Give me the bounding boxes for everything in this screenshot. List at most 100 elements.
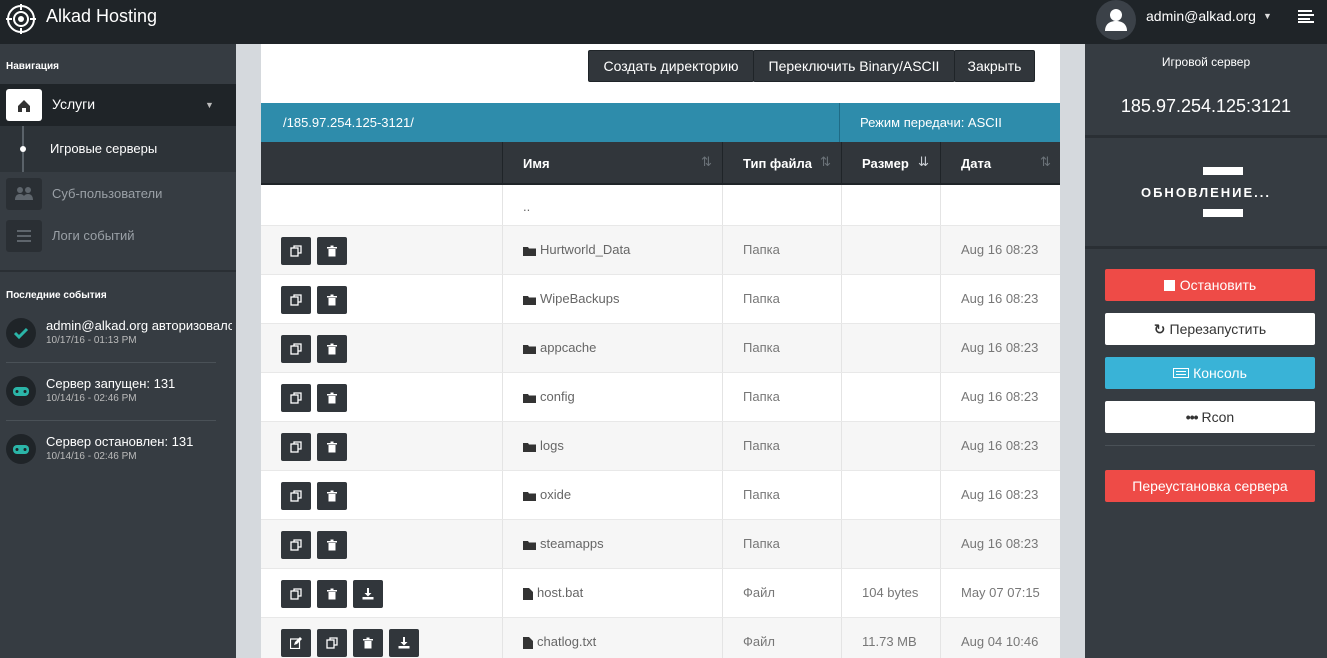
menu-icon[interactable] xyxy=(1298,9,1314,23)
table-row[interactable]: WipeBackups Папка Aug 16 08:23 xyxy=(261,275,1060,324)
create-directory-button[interactable]: Создать директорию xyxy=(588,50,754,82)
cell-actions xyxy=(261,373,502,421)
restart-button[interactable]: ↻ Перезапустить xyxy=(1105,313,1315,345)
download-button[interactable] xyxy=(353,580,383,608)
close-button[interactable]: Закрыть xyxy=(954,50,1035,82)
trash-button[interactable] xyxy=(317,384,347,412)
check-icon xyxy=(6,318,36,348)
table-row[interactable]: appcache Папка Aug 16 08:23 xyxy=(261,324,1060,373)
table-row[interactable]: oxide Папка Aug 16 08:23 xyxy=(261,471,1060,520)
sidebar-item-event-logs[interactable]: Логи событий xyxy=(0,216,236,256)
table-row-parent[interactable]: .. xyxy=(261,185,1060,226)
trash-button[interactable] xyxy=(317,237,347,265)
user-avatar[interactable] xyxy=(1096,0,1136,40)
sort-icon[interactable]: ⇅ xyxy=(820,154,831,170)
file-name[interactable]: host.bat xyxy=(523,585,583,600)
stop-icon xyxy=(1163,279,1175,291)
console-button[interactable]: Консоль xyxy=(1105,357,1315,389)
copy-button[interactable] xyxy=(281,335,311,363)
file-name-text: host.bat xyxy=(537,585,584,600)
status-bar-bottom xyxy=(1203,209,1243,217)
cell-size: 11.73 MB xyxy=(841,618,940,658)
edit-button[interactable] xyxy=(281,629,311,657)
cell-name[interactable]: host.bat xyxy=(502,569,722,617)
file-date: Aug 04 10:46 xyxy=(961,634,1039,649)
logo-icon[interactable] xyxy=(6,4,36,34)
copy-button[interactable] xyxy=(281,531,311,559)
table-row[interactable]: logs Папка Aug 16 08:23 xyxy=(261,422,1060,471)
sort-icon[interactable]: ⇅ xyxy=(701,154,712,170)
cell-name[interactable]: oxide xyxy=(502,471,722,519)
header-name[interactable]: Имя ⇅ xyxy=(502,142,722,183)
sidebar-item-game-servers[interactable]: Игровые серверы xyxy=(0,126,236,172)
cell-size xyxy=(841,373,940,421)
trash-icon xyxy=(327,490,337,502)
trash-button[interactable] xyxy=(353,629,383,657)
reinstall-button[interactable]: Переустановка сервера xyxy=(1105,470,1315,502)
user-menu[interactable]: admin@alkad.org xyxy=(1146,8,1256,24)
copy-button[interactable] xyxy=(281,433,311,461)
file-date: Aug 16 08:23 xyxy=(961,389,1039,404)
cell-name[interactable]: Hurtworld_Data xyxy=(502,226,722,274)
header-label: Имя xyxy=(523,156,550,171)
copy-button[interactable] xyxy=(281,286,311,314)
folder-icon xyxy=(523,540,536,550)
file-name[interactable]: chatlog.txt xyxy=(523,634,596,649)
trash-button[interactable] xyxy=(317,286,347,314)
cell-name[interactable]: chatlog.txt xyxy=(502,618,722,658)
cell-name[interactable]: steamapps xyxy=(502,520,722,568)
copy-button[interactable] xyxy=(317,629,347,657)
download-button[interactable] xyxy=(389,629,419,657)
trash-button[interactable] xyxy=(317,482,347,510)
file-name[interactable]: WipeBackups xyxy=(523,291,619,306)
sidebar-item-services[interactable]: Услуги ▼ xyxy=(0,84,236,126)
file-name[interactable]: oxide xyxy=(523,487,571,502)
copy-button[interactable] xyxy=(281,237,311,265)
cell-date: Aug 16 08:23 xyxy=(940,226,1060,274)
table-row[interactable]: chatlog.txt Файл 11.73 MB Aug 04 10:46 xyxy=(261,618,1060,658)
cell-name[interactable]: .. xyxy=(502,185,722,225)
download-icon xyxy=(398,637,410,649)
caret-down-icon[interactable]: ▼ xyxy=(1263,11,1272,21)
header-size[interactable]: Размер ⇊ xyxy=(841,142,940,183)
trash-button[interactable] xyxy=(317,580,347,608)
copy-button[interactable] xyxy=(281,384,311,412)
cell-name[interactable]: logs xyxy=(502,422,722,470)
sort-icon[interactable]: ⇅ xyxy=(1040,154,1051,170)
stop-button[interactable]: Остановить xyxy=(1105,269,1315,301)
trash-icon xyxy=(327,392,337,404)
table-row[interactable]: host.bat Файл 104 bytes May 07 07:15 xyxy=(261,569,1060,618)
file-name[interactable]: config xyxy=(523,389,575,404)
copy-button[interactable] xyxy=(281,482,311,510)
status-bar-top xyxy=(1203,167,1243,175)
cell-name[interactable]: config xyxy=(502,373,722,421)
file-type: Папка xyxy=(743,438,780,453)
toggle-transfer-mode-button[interactable]: Переключить Binary/ASCII xyxy=(753,50,955,82)
sort-desc-icon[interactable]: ⇊ xyxy=(918,154,929,170)
cell-name[interactable]: WipeBackups xyxy=(502,275,722,323)
parent-dir-link[interactable]: .. xyxy=(523,199,530,214)
header-type[interactable]: Тип файла ⇅ xyxy=(722,142,841,183)
event-item[interactable]: Сервер запущен: 131 10/14/16 - 02:46 PM xyxy=(0,376,236,434)
trash-button[interactable] xyxy=(317,335,347,363)
table-row[interactable]: config Папка Aug 16 08:23 xyxy=(261,373,1060,422)
trash-button[interactable] xyxy=(317,433,347,461)
header-label: Размер xyxy=(862,156,909,171)
header-date[interactable]: Дата ⇅ xyxy=(940,142,1060,183)
event-item[interactable]: admin@alkad.org авторизовался 10/17/16 -… xyxy=(0,318,236,376)
cell-name[interactable]: appcache xyxy=(502,324,722,372)
sidebar: Навигация Услуги ▼ Игровые серверы Суб-п… xyxy=(0,44,236,658)
trash-button[interactable] xyxy=(317,531,347,559)
file-date: Aug 16 08:23 xyxy=(961,487,1039,502)
table-row[interactable]: Hurtworld_Data Папка Aug 16 08:23 xyxy=(261,226,1060,275)
brand-title[interactable]: Alkad Hosting xyxy=(46,6,157,27)
file-name[interactable]: logs xyxy=(523,438,564,453)
sidebar-item-subusers[interactable]: Суб-пользователи xyxy=(0,174,236,214)
file-name[interactable]: Hurtworld_Data xyxy=(523,242,630,257)
file-name[interactable]: steamapps xyxy=(523,536,604,551)
copy-button[interactable] xyxy=(281,580,311,608)
rcon-button[interactable]: ••• Rcon xyxy=(1105,401,1315,433)
table-row[interactable]: steamapps Папка Aug 16 08:23 xyxy=(261,520,1060,569)
file-name[interactable]: appcache xyxy=(523,340,596,355)
event-item[interactable]: Сервер остановлен: 131 10/14/16 - 02:46 … xyxy=(0,434,236,492)
